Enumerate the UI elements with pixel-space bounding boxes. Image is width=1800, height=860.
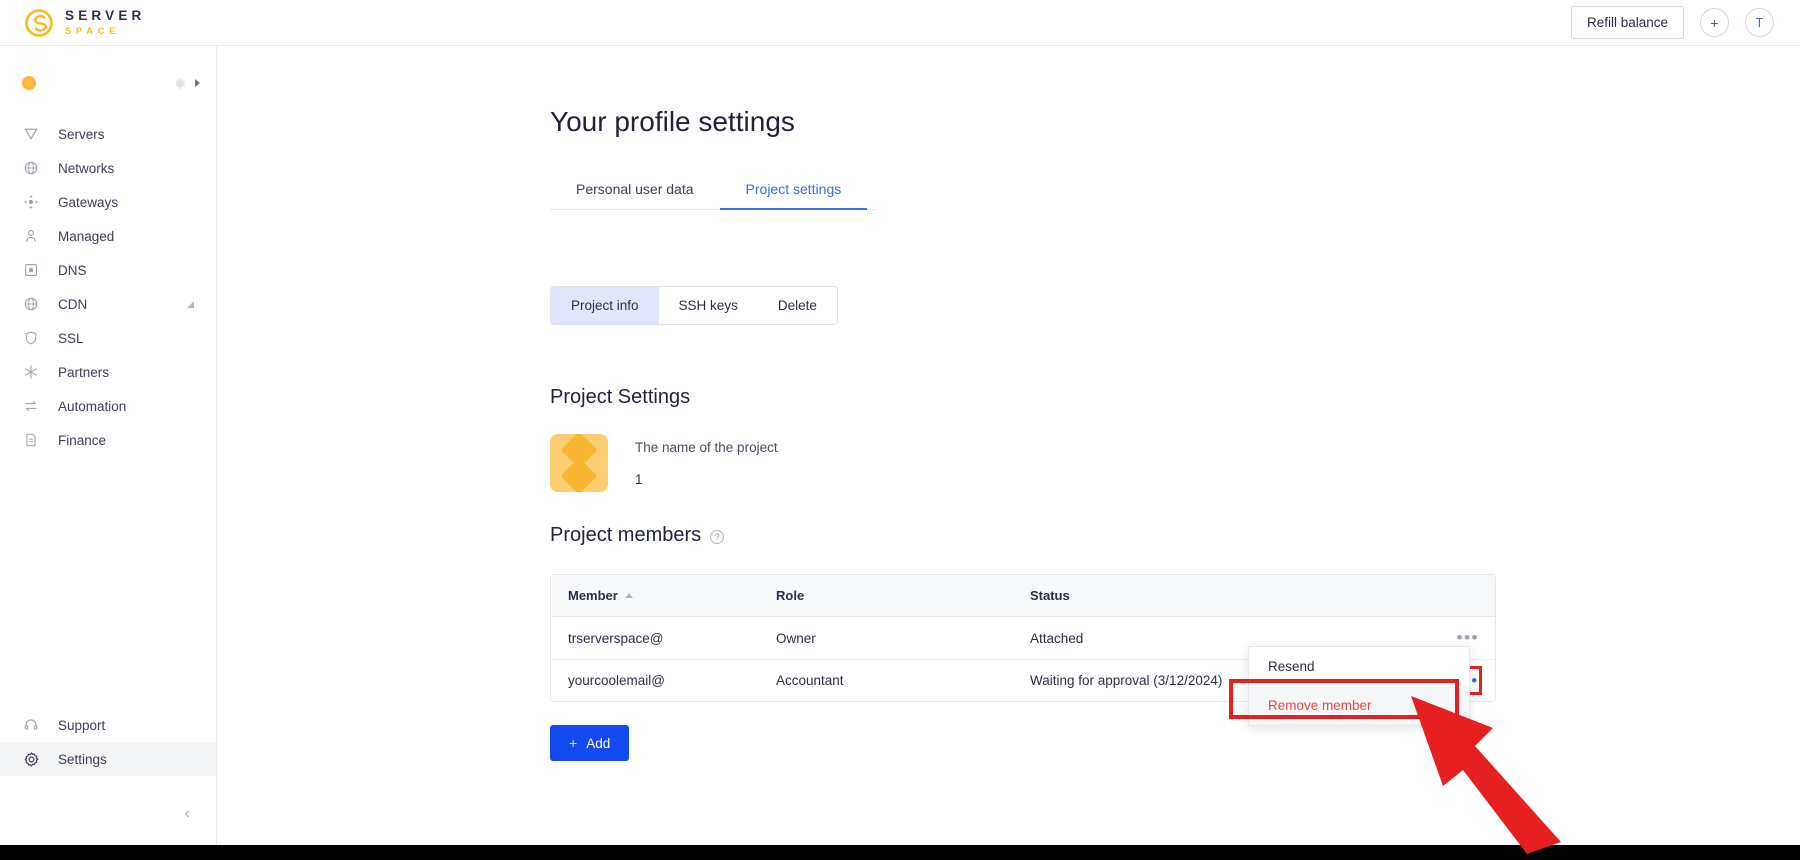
cdn-globe-icon <box>22 295 40 313</box>
column-header-member[interactable]: Member <box>551 588 776 603</box>
sidebar-item-label: Automation <box>58 398 127 414</box>
sidebar-item-gateways[interactable]: Gateways <box>0 185 216 219</box>
sidebar-item-label: Networks <box>58 160 115 176</box>
tab-project-settings[interactable]: Project settings <box>719 173 868 210</box>
project-name-label: The name of the project <box>635 439 778 455</box>
main-content: Your profile settings Personal user data… <box>217 46 1800 845</box>
brand-name-bottom: SPACE <box>65 25 121 37</box>
sidebar-item-dns[interactable]: DNS <box>0 253 216 287</box>
add-member-label: Add <box>586 735 611 751</box>
column-label: Member <box>568 588 618 603</box>
sidebar-item-finance[interactable]: Finance <box>0 423 216 457</box>
dns-icon <box>22 261 40 279</box>
caret-right-icon[interactable] <box>195 79 200 87</box>
sidebar-item-support[interactable]: Support <box>0 708 216 742</box>
cell-role: Owner <box>776 630 816 646</box>
sidebar-item-automation[interactable]: Automation <box>0 389 216 423</box>
sidebar-nav: Servers Networks Gateways Managed DNS CD… <box>0 117 216 457</box>
cell-member: yourcoolemail@ <box>568 673 665 688</box>
chevron-expand-icon[interactable] <box>187 300 194 308</box>
shield-icon <box>22 329 40 347</box>
sidebar-item-label: SSL <box>58 330 84 346</box>
refill-balance-button[interactable]: Refill balance <box>1570 6 1684 39</box>
sidebar-item-label: DNS <box>58 262 87 278</box>
sort-ascending-icon[interactable] <box>624 593 633 598</box>
cell-status: Attached <box>1030 630 1084 646</box>
project-members-title: Project members <box>550 524 702 546</box>
partners-icon <box>22 363 40 381</box>
add-button[interactable]: + <box>1700 8 1729 37</box>
page-title: Your profile settings <box>550 106 795 137</box>
segment-delete[interactable]: Delete <box>757 287 837 324</box>
sidebar-bottom-nav: Support Settings <box>0 708 216 776</box>
network-globe-icon <box>22 159 40 177</box>
avatar[interactable]: T <box>1745 8 1774 37</box>
sidebar-item-label: Managed <box>58 228 115 244</box>
gateways-icon <box>22 193 40 211</box>
project-card: The name of the project 1 <box>550 434 778 492</box>
sidebar-item-label: Servers <box>58 126 105 142</box>
plus-icon: + <box>569 735 578 751</box>
column-header-role[interactable]: Role <box>776 588 1030 603</box>
sidebar-item-servers[interactable]: Servers <box>0 117 216 151</box>
sidebar-item-cdn[interactable]: CDN <box>0 287 216 321</box>
headset-icon <box>22 716 40 734</box>
sidebar-item-label: Support <box>58 717 106 733</box>
sidebar-item-label: Partners <box>58 364 110 380</box>
plus-icon: + <box>1710 14 1719 31</box>
question-mark-icon[interactable]: ? <box>710 530 725 544</box>
chevron-left-icon[interactable]: ‹ <box>178 805 196 823</box>
sidebar: Servers Networks Gateways Managed DNS CD… <box>0 46 217 845</box>
project-section-switcher: Project info SSH keys Delete <box>550 286 838 325</box>
brand-name-top: SERVER <box>65 8 146 23</box>
project-name-value: 1 <box>635 471 643 487</box>
segment-ssh-keys[interactable]: SSH keys <box>658 287 758 324</box>
segment-project-info[interactable]: Project info <box>551 287 659 324</box>
top-bar: SERVER SPACE Refill balance + T <box>0 0 1800 46</box>
member-actions-menu: Resend Remove member <box>1248 646 1470 726</box>
gear-icon[interactable] <box>173 77 186 90</box>
managed-user-icon <box>22 227 40 245</box>
sidebar-item-label: Gateways <box>58 194 119 210</box>
sidebar-item-managed[interactable]: Managed <box>0 219 216 253</box>
avatar-letter: T <box>1755 15 1764 30</box>
brand-logo[interactable]: SERVER SPACE <box>24 8 145 38</box>
sidebar-item-label: Settings <box>58 751 107 767</box>
menu-item-resend[interactable]: Resend <box>1249 647 1469 686</box>
top-bar-actions: Refill balance + T <box>1570 6 1774 39</box>
project-color-dot-icon <box>22 76 36 90</box>
sidebar-item-networks[interactable]: Networks <box>0 151 216 185</box>
cell-role: Accountant <box>776 673 844 688</box>
project-members-heading: Project members ? <box>550 524 725 547</box>
add-member-button[interactable]: + Add <box>550 725 630 761</box>
sidebar-item-ssl[interactable]: SSL <box>0 321 216 355</box>
sidebar-item-settings[interactable]: Settings <box>0 742 216 776</box>
automation-arrows-icon <box>22 397 40 415</box>
sidebar-item-partners[interactable]: Partners <box>0 355 216 389</box>
app-root: SERVER SPACE Refill balance + T Servers … <box>0 0 1800 860</box>
bottom-black-bar <box>0 845 1800 860</box>
servers-icon <box>22 125 40 143</box>
serverspace-s-logo-icon <box>24 8 54 38</box>
cell-member: trserverspace@ <box>568 630 664 646</box>
project-diamond-avatar-icon <box>550 434 608 492</box>
menu-item-remove-member[interactable]: Remove member <box>1249 686 1469 725</box>
project-settings-heading: Project Settings <box>550 386 691 408</box>
profile-tabs: Personal user data Project settings <box>550 173 876 210</box>
sidebar-item-label: Finance <box>58 432 107 448</box>
table-header-row: Member Role Status <box>551 575 1495 617</box>
sidebar-item-label: CDN <box>58 296 88 312</box>
finance-document-icon <box>22 431 40 449</box>
tab-personal-user-data[interactable]: Personal user data <box>550 173 720 209</box>
project-switcher[interactable] <box>0 61 216 105</box>
column-header-status[interactable]: Status <box>1030 588 1425 603</box>
more-options-icon[interactable]: ••• <box>1457 629 1479 646</box>
gear-icon <box>22 750 40 768</box>
